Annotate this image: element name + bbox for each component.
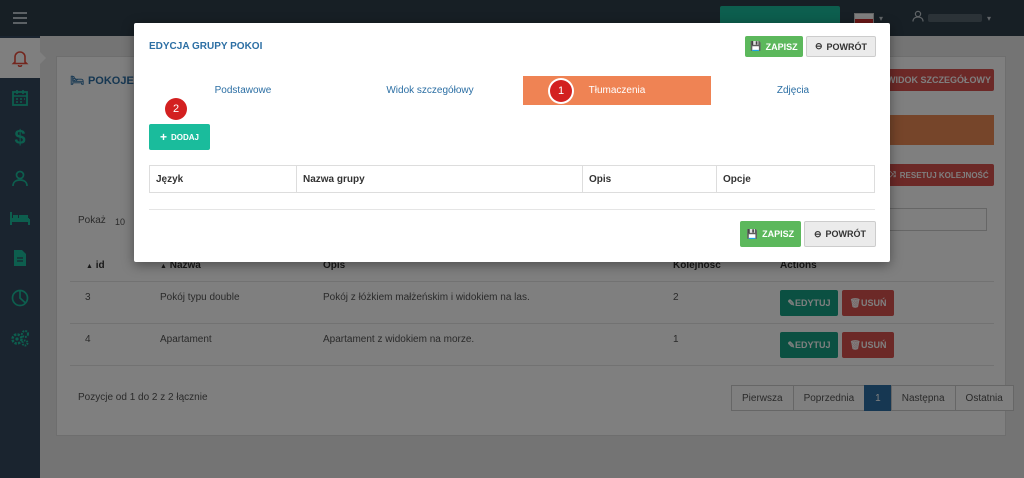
column-header-description: Opis <box>583 166 717 192</box>
column-header-options: Opcje <box>723 173 751 185</box>
column-header-language: Język <box>150 166 297 192</box>
circle-arrow-left-icon: ⊖ <box>814 41 823 51</box>
step-badge-2: 2 <box>165 98 187 120</box>
floppy-disk-icon: 💾 <box>750 41 762 51</box>
save-button-top[interactable]: 💾 ZAPISZ <box>745 36 803 57</box>
add-button[interactable]: + DODAJ <box>149 124 210 150</box>
footer-divider <box>149 209 875 210</box>
column-header-group-name: Nazwa grupy <box>297 166 583 192</box>
plus-icon: + <box>159 130 167 144</box>
tab-photos[interactable]: Zdjęcia <box>711 76 875 105</box>
back-button-top[interactable]: ⊖ POWRÓT <box>806 36 876 57</box>
tab-detail-view[interactable]: Widok szczegółowy <box>337 76 523 105</box>
back-button-bottom[interactable]: ⊖ POWRÓT <box>804 221 876 247</box>
modal-title: EDYCJA GRUPY POKOI <box>149 41 263 52</box>
circle-arrow-left-icon: ⊖ <box>813 228 822 239</box>
floppy-disk-icon: 💾 <box>746 228 759 239</box>
step-badge-1: 1 <box>550 80 572 102</box>
translations-table-header: Język Nazwa grupy Opis Opcje <box>149 165 875 193</box>
edit-room-group-modal: EDYCJA GRUPY POKOI 💾 ZAPISZ ⊖ POWRÓT Podst… <box>134 23 890 262</box>
save-button-bottom[interactable]: 💾 ZAPISZ <box>740 221 801 247</box>
